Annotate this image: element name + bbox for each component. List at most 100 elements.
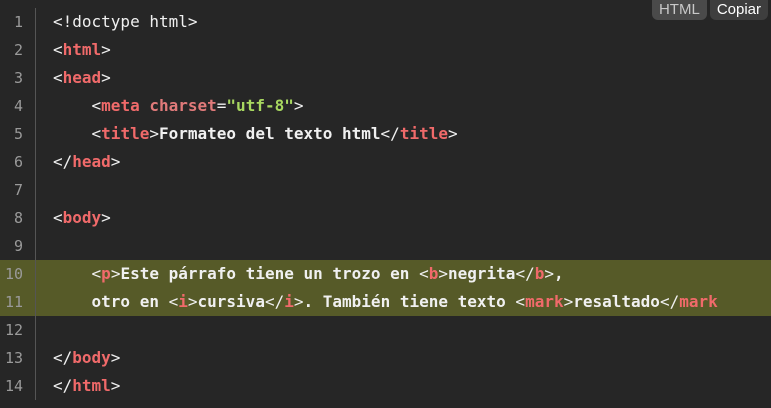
code-token: title [101,124,150,143]
gutter-divider [35,372,36,400]
line-number: 3 [13,69,23,87]
code-line: 13 </body> [0,344,771,372]
code-token: < [53,96,102,115]
gutter-divider [35,92,36,120]
code-token: > [563,292,574,311]
code-token: < [168,292,179,311]
line-number: 1 [13,13,23,31]
code-token: <!doctype html> [53,12,198,31]
code-token: > [544,264,554,283]
code-token: mark [525,292,564,311]
code-token: > [438,264,448,283]
line-number: 14 [4,377,23,395]
code-token: < [53,264,102,283]
code-token: i [284,292,294,311]
gutter-divider [35,36,36,64]
copy-button[interactable]: Copiar [709,0,768,20]
code-token: head [62,68,102,87]
gutter-divider [35,8,36,36]
code-token: meta [101,96,140,115]
code-token: > [101,68,111,87]
code-token: negrita [448,264,516,283]
code-text: <!doctype html> [53,8,198,36]
code-token: charset [149,96,217,115]
code-token: > [187,292,198,311]
code-token: > [110,348,121,367]
line-number: 10 [4,265,23,283]
code-line: 14 </html> [0,372,771,400]
code-token: > [293,292,304,311]
code-token: . También tiene texto [303,292,516,311]
code-token: Formateo del texto html [158,124,381,143]
code-token: mark [679,292,718,311]
code-text: </html> [53,372,120,400]
code-token: b [534,264,545,283]
code-token: , [553,264,564,283]
code-token: < [419,264,429,283]
code-text: <head> [53,64,111,92]
code-token: title [399,124,448,143]
code-line: 2 <html> [0,36,771,64]
code-token: < [53,40,63,59]
code-token: </ [515,264,535,283]
code-token: html [62,40,102,59]
line-number: 13 [4,349,23,367]
gutter-divider [35,64,36,92]
code-text: <meta charset="utf-8"> [53,92,304,120]
code-token: body [62,208,102,227]
code-line: 5 <title>Formateo del texto html</title> [0,120,771,148]
gutter-divider [35,260,36,288]
code-token: p [101,264,111,283]
code-token: </ [380,124,400,143]
code-token: < [53,208,63,227]
code-text: <title>Formateo del texto html</title> [53,120,458,148]
line-number: 4 [13,97,23,115]
code-editor: HTML Copiar 1 <!doctype html> 2 <html> 3 <hea… [0,0,771,408]
code-token: </ [264,292,285,311]
gutter-divider [35,120,36,148]
code-text: </head> [53,148,120,176]
line-number: 12 [4,321,23,339]
code-token: Este párrafo tiene un trozo en [120,264,420,283]
line-number: 2 [13,41,23,59]
code-text: <html> [53,36,111,64]
code-token: > [110,376,121,395]
code-token: > [110,152,121,171]
code-line: 12 [0,316,771,344]
line-number: 7 [13,181,23,199]
code-line: 7 [0,176,771,204]
code-line: 6 </head> [0,148,771,176]
code-token: < [53,124,102,143]
code-token: > [293,96,304,115]
code-line: 8 <body> [0,204,771,232]
code-token: b [428,264,439,283]
code-token: </ [53,376,73,395]
code-token: > [110,264,121,283]
code-token: </ [53,348,73,367]
code-token: > [101,40,111,59]
code-text: <body> [53,204,111,232]
gutter-divider [35,176,36,204]
gutter-divider [35,288,36,316]
code-line: 4 <meta charset="utf-8"> [0,92,771,120]
line-number: 8 [13,209,23,227]
code-token: head [72,152,111,171]
code-token: = [216,96,227,115]
code-token: "utf-8" [226,96,294,115]
code-token: resaltado [573,292,660,311]
code-token: < [515,292,526,311]
code-token: html [72,376,111,395]
code-token: i [178,292,188,311]
code-text: otro en <i>cursiva</i>. También tiene te… [53,288,718,316]
line-number: 9 [13,237,23,255]
code-block: 1 <!doctype html> 2 <html> 3 <head> 4 <meta ch… [0,0,771,400]
language-badge: HTML [651,0,707,20]
code-toolbar: HTML Copiar [651,0,768,20]
gutter-divider [35,344,36,372]
code-token: </ [53,152,73,171]
code-token: > [101,208,111,227]
code-token: </ [659,292,680,311]
code-token: otro en [53,292,169,311]
code-text: </body> [53,344,120,372]
